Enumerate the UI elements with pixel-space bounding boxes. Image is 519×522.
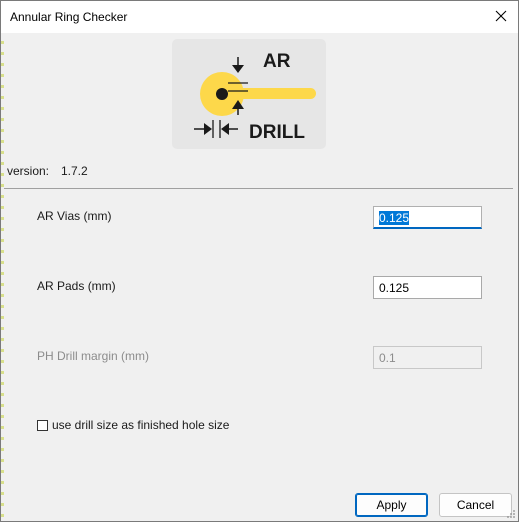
divider [4, 188, 513, 189]
ar-vias-label: AR Vias (mm) [37, 209, 112, 223]
cancel-button[interactable]: Cancel [439, 493, 512, 517]
ph-drill-margin-label: PH Drill margin (mm) [37, 349, 149, 363]
ar-vias-input[interactable]: 0.125 [373, 206, 482, 229]
window-title: Annular Ring Checker [10, 10, 128, 24]
annular-ring-logo: AR DRILL [172, 39, 326, 149]
close-icon [495, 10, 507, 22]
version-label: version: [7, 164, 50, 178]
finished-hole-checkbox[interactable] [37, 419, 48, 431]
ph-drill-margin-value: 0.1 [379, 351, 396, 365]
logo-ar-text: AR [263, 51, 291, 72]
title-bar[interactable]: Annular Ring Checker [1, 1, 518, 33]
ar-pads-label: AR Pads (mm) [37, 279, 116, 293]
finished-hole-checkbox-label[interactable]: use drill size as finished hole size [52, 418, 229, 432]
close-button[interactable] [484, 1, 518, 31]
ar-pads-value: 0.125 [379, 281, 410, 295]
dialog-window: Annular Ring Checker AR DRILL version: 1… [0, 0, 519, 522]
logo-drill-text: DRILL [249, 122, 305, 143]
ar-vias-value: 0.125 [379, 211, 410, 225]
finished-hole-checkbox-row[interactable]: use drill size as finished hole size [37, 418, 229, 432]
resize-grip-icon[interactable] [506, 509, 516, 519]
apply-button[interactable]: Apply [355, 493, 428, 517]
window-edge-decoration [1, 33, 4, 521]
ar-pads-input[interactable]: 0.125 [373, 276, 482, 299]
ph-drill-margin-input: 0.1 [373, 346, 482, 369]
version-value: 1.7.2 [61, 164, 88, 178]
